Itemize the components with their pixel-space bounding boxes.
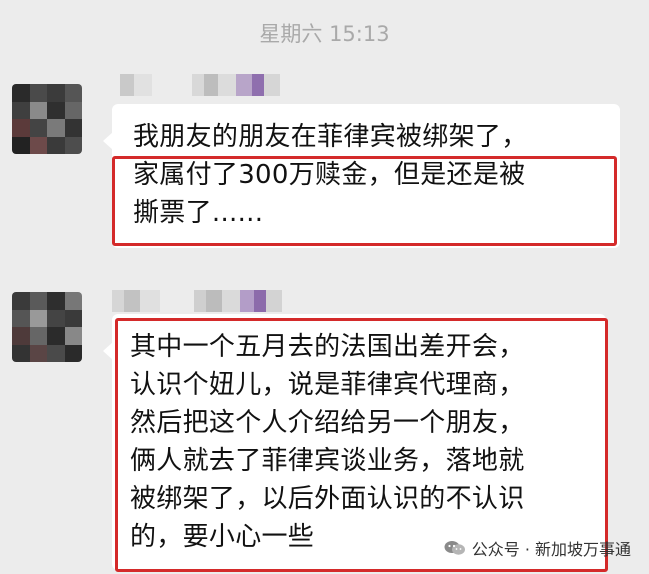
sender-avatar[interactable] [12, 292, 82, 362]
wechat-official-account-icon [444, 541, 465, 555]
chat-timestamp: 星期六 15:13 [259, 22, 390, 46]
message-line: 我朋友的朋友在菲律宾被绑架了， [133, 122, 528, 152]
red-highlight-box [115, 318, 608, 572]
red-highlight-box [112, 156, 617, 246]
bubble-tail [103, 132, 113, 150]
bubble-tail [103, 342, 113, 360]
watermark-text: 公众号 · 新加坡万事通 [471, 540, 631, 559]
sender-nickname-blurred [112, 290, 282, 312]
sender-nickname-blurred [120, 74, 280, 96]
watermark: 公众号 · 新加坡万事通 [444, 536, 631, 560]
sender-avatar[interactable] [12, 84, 82, 154]
